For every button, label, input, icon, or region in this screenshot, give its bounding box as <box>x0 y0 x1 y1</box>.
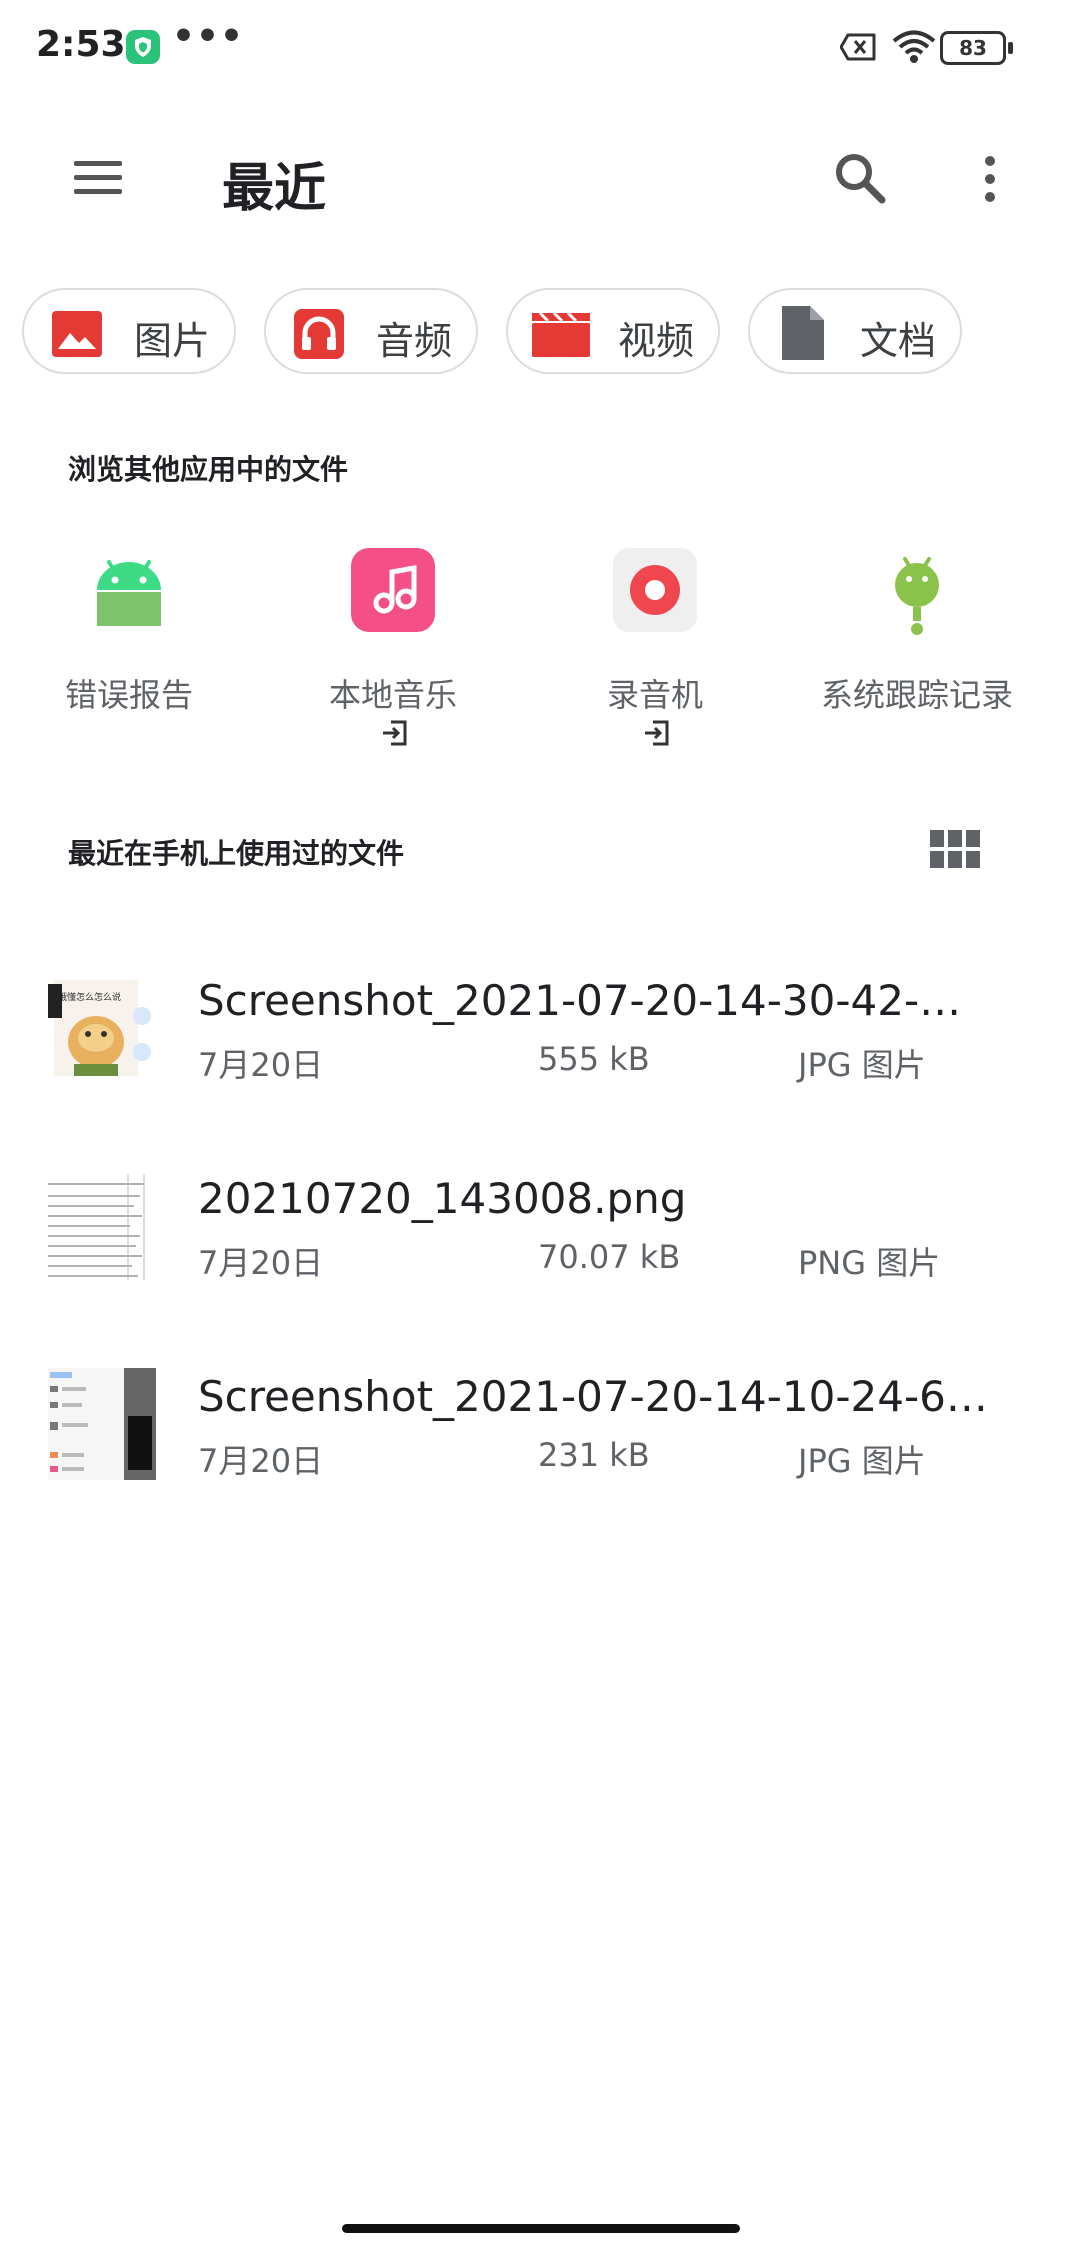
music-app-icon <box>351 548 435 632</box>
app-local-music[interactable]: 本地音乐 <box>266 548 506 748</box>
battery-icon: 83 <box>940 31 1013 65</box>
app-recorder[interactable]: 录音机 <box>528 548 768 748</box>
thumbnail-caption: 哦懂怎么怎么说 <box>58 991 121 1003</box>
video-clapper-icon <box>532 311 590 357</box>
file-size: 231 kB <box>538 1436 650 1474</box>
file-type: JPG 图片 <box>798 1442 926 1480</box>
file-size: 70.07 kB <box>538 1238 681 1276</box>
chip-label: 视频 <box>618 319 695 363</box>
app-label: 录音机 <box>606 676 703 714</box>
recorder-icon <box>613 548 697 632</box>
chip-images[interactable]: 图片 <box>22 288 236 374</box>
chip-videos[interactable]: 视频 <box>506 288 720 374</box>
page-title: 最近 <box>222 159 327 219</box>
file-row[interactable]: Screenshot_2021-07-20-14-10-24-6… 7月20日 … <box>0 1368 1080 1548</box>
file-type: PNG 图片 <box>798 1244 941 1282</box>
status-time: 2:53 <box>36 24 126 65</box>
file-date: 7月20日 <box>198 1046 324 1084</box>
notification-off-icon <box>840 33 876 61</box>
android-trace-icon <box>895 557 939 635</box>
chip-audio[interactable]: 音频 <box>264 288 478 374</box>
android-icon <box>97 560 161 626</box>
file-size: 555 kB <box>538 1040 650 1078</box>
open-external-icon <box>645 720 669 746</box>
app-label: 系统跟踪记录 <box>820 676 1013 714</box>
file-thumbnail: 哦懂怎么怎么说 <box>44 972 156 1084</box>
file-row[interactable]: 20210720_143008.png 7月20日 70.07 kB PNG 图… <box>0 1170 1080 1350</box>
file-type: JPG 图片 <box>798 1046 926 1084</box>
shield-icon <box>126 30 160 64</box>
status-overflow: ••• <box>172 16 245 57</box>
app-system-trace[interactable]: 系统跟踪记录 <box>790 548 1030 748</box>
home-indicator[interactable] <box>342 2224 740 2233</box>
app-label: 错误报告 <box>64 676 193 714</box>
chip-label: 音频 <box>376 319 453 363</box>
file-name: Screenshot_2021-07-20-14-30-42-… <box>198 976 962 1025</box>
grid-view-icon[interactable] <box>930 830 980 870</box>
chip-documents[interactable]: 文档 <box>748 288 962 374</box>
file-thumbnail <box>44 1368 156 1480</box>
headphones-icon <box>294 309 344 359</box>
menu-icon[interactable] <box>70 155 130 199</box>
wifi-icon <box>892 30 936 63</box>
section-title-recent: 最近在手机上使用过的文件 <box>68 837 405 870</box>
app-label: 本地音乐 <box>328 676 457 714</box>
search-icon[interactable] <box>830 148 890 208</box>
file-row[interactable]: 哦懂怎么怎么说 Screenshot_2021-07-20-14-30-42-…… <box>0 972 1080 1152</box>
file-name: 20210720_143008.png <box>198 1174 687 1223</box>
document-icon <box>782 306 824 360</box>
image-icon <box>52 311 102 357</box>
app-bug-report[interactable]: 错误报告 <box>2 548 242 748</box>
open-external-icon <box>383 720 407 746</box>
file-date: 7月20日 <box>198 1244 324 1282</box>
more-vert-icon[interactable] <box>970 150 1010 210</box>
chip-label: 文档 <box>860 319 937 363</box>
file-date: 7月20日 <box>198 1442 324 1480</box>
file-name: Screenshot_2021-07-20-14-10-24-6… <box>198 1372 988 1421</box>
file-thumbnail <box>44 1170 156 1282</box>
chip-label: 图片 <box>134 319 211 363</box>
status-bar: 2:53 ••• 83 <box>0 0 1080 100</box>
section-title-other-apps: 浏览其他应用中的文件 <box>68 453 349 486</box>
